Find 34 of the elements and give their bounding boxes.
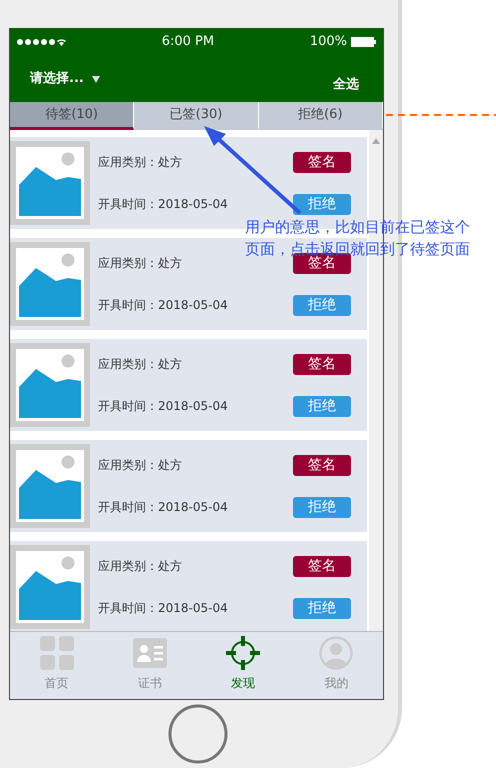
reject-button[interactable]: 拒绝 xyxy=(293,598,351,618)
category-select[interactable]: 请选择... xyxy=(30,69,100,89)
reject-button[interactable]: 拒绝 xyxy=(293,194,351,214)
sign-button[interactable]: 签名 xyxy=(293,152,351,172)
nav-tab[interactable]: 发现 xyxy=(196,632,290,699)
home-button[interactable] xyxy=(167,703,229,765)
reject-button[interactable]: 拒绝 xyxy=(293,294,351,316)
scroll-up-icon[interactable] xyxy=(372,138,380,144)
user-icon xyxy=(319,636,354,670)
signal-icon xyxy=(16,36,66,48)
reject-button[interactable]: 拒绝 xyxy=(293,396,351,416)
date-text: 开具时间：2018-05-04 xyxy=(98,499,229,516)
id-card-icon xyxy=(132,638,167,668)
battery-icon xyxy=(351,37,377,47)
category-text: 应用类别：处方 xyxy=(98,356,183,373)
crosshair-icon xyxy=(226,636,260,670)
battery-level: 100% xyxy=(310,33,347,52)
grid-icon xyxy=(40,636,74,670)
category-text: 应用类别：处方 xyxy=(98,558,183,575)
sign-button[interactable]: 签名 xyxy=(293,354,351,374)
sign-button[interactable]: 签名 xyxy=(293,454,351,476)
date-text: 开具时间：2018-05-04 xyxy=(98,297,229,314)
select-all-link[interactable]: 全选 xyxy=(333,75,359,95)
date-text: 开具时间：2018-05-04 xyxy=(98,196,229,213)
status-time: 6:00 PM xyxy=(162,33,214,52)
caret-icon xyxy=(92,76,100,82)
date-text: 开具时间：2018-05-04 xyxy=(98,398,229,415)
tab[interactable]: 待签(10) xyxy=(10,102,134,130)
reject-button[interactable]: 拒绝 xyxy=(293,496,351,518)
category-text: 应用类别：处方 xyxy=(98,457,183,474)
category-text: 应用类别：处方 xyxy=(98,154,183,171)
date-text: 开具时间：2018-05-04 xyxy=(98,600,229,617)
category-text: 应用类别：处方 xyxy=(98,255,183,272)
sign-button[interactable]: 签名 xyxy=(293,556,351,576)
